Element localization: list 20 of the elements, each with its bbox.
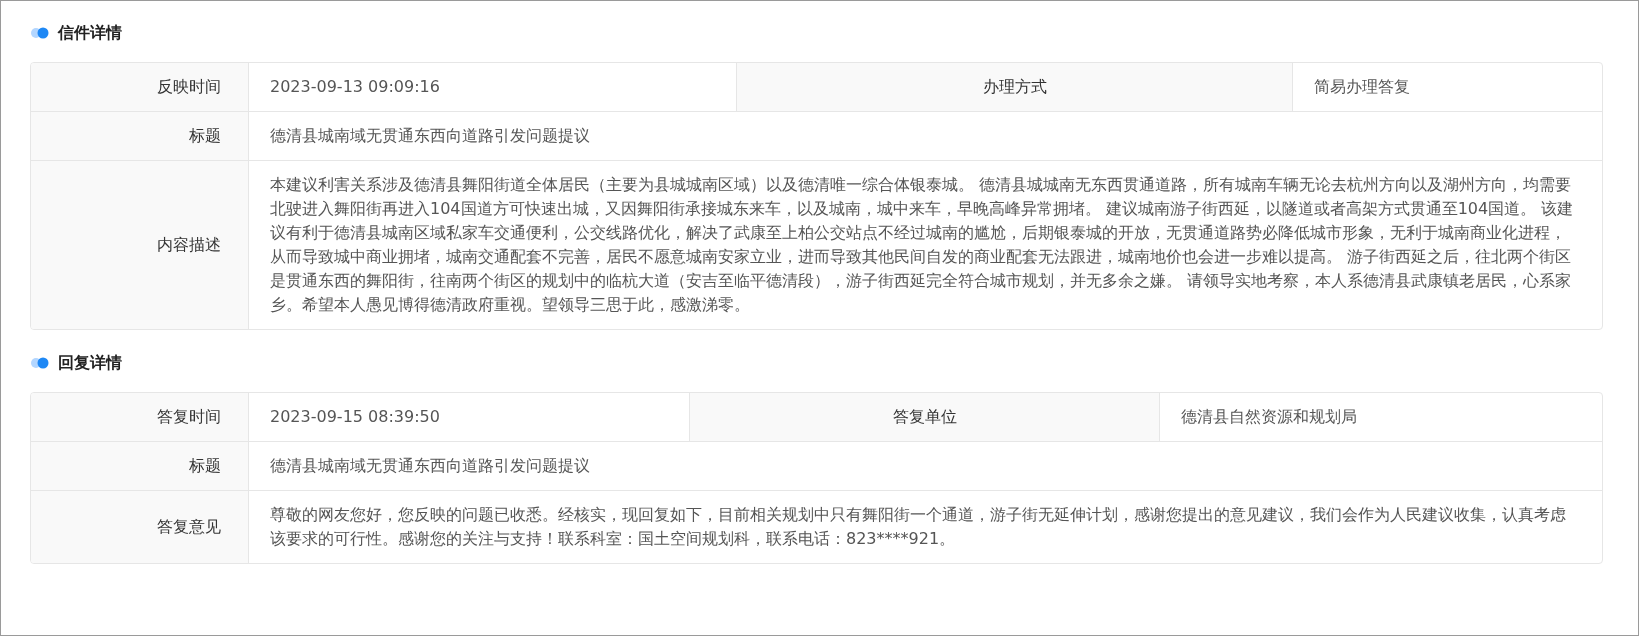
field-value: 德清县城南域无贯通东西向道路引发问题提议 — [269, 125, 591, 147]
section-dot-icon — [30, 357, 50, 369]
field-label: 反映时间 — [31, 63, 249, 111]
field-label: 答复意见 — [31, 491, 249, 563]
section-dot-icon — [30, 27, 50, 39]
section-title: 信件详情 — [58, 22, 122, 44]
field-label: 内容描述 — [31, 161, 249, 329]
field-value: 德清县城南域无贯通东西向道路引发问题提议 — [269, 455, 591, 477]
field-value: 简易办理答复 — [1313, 76, 1411, 98]
field-label: 标题 — [31, 442, 249, 490]
field-label: 答复单位 — [689, 393, 1160, 441]
field-value: 德清县自然资源和规划局 — [1180, 406, 1358, 428]
section-title: 回复详情 — [58, 352, 122, 374]
field-label: 答复时间 — [31, 393, 249, 441]
field-value: 尊敬的网友您好，您反映的问题已收悉。经核实，现回复如下，目前相关规划中只有舞阳街一个通道，游子街无延伸计划，感谢您提出的意见建议，我们会作为人民建议收集，认真考虑该要求的可行性。感谢您的关注与支持！联系科室：国土空间规划科，联系电话：823****921。 — [269, 504, 1567, 550]
field-value: 2023-09-13 09:09:16 — [269, 76, 441, 98]
field-label: 办理方式 — [736, 63, 1293, 111]
field-label: 标题 — [31, 112, 249, 160]
field-value: 2023-09-15 08:39:50 — [269, 406, 441, 428]
field-value: 本建议利害关系涉及德清县舞阳街道全体居民（主要为县城城南区域）以及德清唯一综合体银泰城。 德清县城城南无东西贯通道路，所有城南车辆无论去杭州方向以及湖州方向，均需要北驶进入舞阳街再进入104国道方可快速出城，又因舞阳街承接城东来车，以及城南，城中来车，早晚高峰异常拥堵。 建议城南游子街西延，以隧道或者高架方式贯通至104国道。 该建议有利于德清县城南区域私家车交通便利，公交线路优化，解决了武康至上柏公交站点不经过城南的尴尬，后期银泰城的开放，无贯通道路势必降低城市形象，无利于城南商业化进程，从而导致城中商业拥堵，城南交通配套不完善，居民不愿意城南安家立业，进而导致其他民间自发的商业配套无法跟进，城南地价也会进一步难以提高。 游子街西延之后，往北两个街区是贯通东西的舞阳街，往南两个街区的规划中的临杭大道（安吉至临平德清段），游子街西延完全符合城市规划，并无多余之嫌。 请领导实地考察，本人系德清县武康镇老居民，心系家乡。希望本人愚见博得德清政府重视。望领导三思于此，感激涕零。 — [269, 174, 1575, 316]
